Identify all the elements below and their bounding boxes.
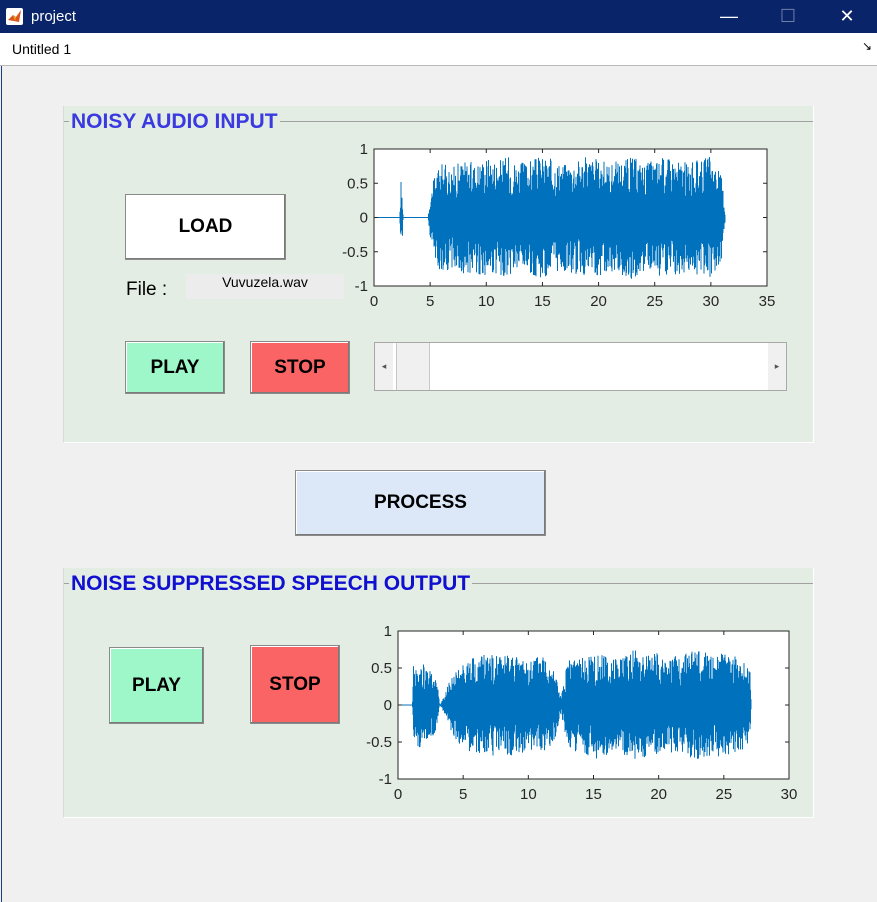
- x-tick-label: 10: [478, 293, 495, 310]
- output-play-button[interactable]: PLAY: [109, 647, 204, 724]
- y-tick-label: 0.5: [371, 660, 392, 677]
- y-tick-label: -0.5: [366, 734, 392, 751]
- slider-right-arrow-icon[interactable]: ▸: [768, 343, 786, 390]
- x-tick-label: 20: [590, 293, 607, 310]
- window-title: project: [31, 8, 77, 25]
- y-tick-label: -1: [379, 771, 392, 788]
- close-icon[interactable]: ✕: [818, 0, 876, 33]
- noisy-waveform-chart: 0 5 10 15 20 25 30 35 1 0.5 0 -0.5 -1: [342, 141, 776, 310]
- file-name-field: Vuvuzela.wav: [186, 274, 344, 299]
- y-tick-label: -1: [355, 278, 368, 295]
- x-tick-label: 30: [781, 786, 798, 803]
- noisy-input-panel-title: NOISY AUDIO INPUT: [69, 110, 280, 134]
- slider-thumb[interactable]: [396, 343, 430, 390]
- audio-position-slider[interactable]: ◂ ▸: [374, 342, 787, 391]
- file-label: File :: [126, 279, 168, 300]
- y-tick-label: 1: [384, 623, 392, 640]
- x-tick-label: 30: [703, 293, 720, 310]
- x-tick-label: 15: [534, 293, 551, 310]
- x-tick-label: 25: [646, 293, 663, 310]
- x-tick-label: 35: [759, 293, 776, 310]
- maximize-icon[interactable]: ☐: [759, 0, 817, 33]
- output-waveform-chart: 0 5 10 15 20 25 30 1 0.5 0 -0.5 -1: [366, 623, 798, 803]
- minimize-icon[interactable]: —: [700, 0, 758, 33]
- y-tick-label: 1: [360, 141, 368, 158]
- x-tick-label: 25: [715, 786, 732, 803]
- menu-item-untitled[interactable]: Untitled 1: [12, 41, 71, 57]
- slider-left-arrow-icon[interactable]: ◂: [375, 343, 393, 390]
- output-panel-title: NOISE SUPPRESSED SPEECH OUTPUT: [69, 572, 473, 596]
- menu-bar: Untitled 1 ↘: [0, 33, 877, 66]
- x-tick-label: 10: [520, 786, 537, 803]
- y-tick-label: 0.5: [347, 175, 368, 192]
- x-tick-label: 5: [459, 786, 467, 803]
- x-tick-label: 5: [426, 293, 434, 310]
- x-tick-label: 15: [585, 786, 602, 803]
- x-tick-label: 20: [650, 786, 667, 803]
- output-stop-button[interactable]: STOP: [250, 645, 340, 724]
- window-titlebar: project — ☐ ✕: [0, 0, 877, 33]
- process-button[interactable]: PROCESS: [295, 470, 546, 536]
- x-tick-label: 0: [370, 293, 378, 310]
- y-tick-label: 0: [360, 210, 368, 227]
- matlab-app-icon: [6, 8, 23, 25]
- dock-arrow-icon[interactable]: ↘: [862, 39, 872, 53]
- input-stop-button[interactable]: STOP: [250, 341, 350, 394]
- load-button[interactable]: LOAD: [125, 194, 286, 260]
- input-play-button[interactable]: PLAY: [125, 341, 225, 394]
- y-tick-label: -0.5: [342, 244, 368, 261]
- y-tick-label: 0: [384, 697, 392, 714]
- x-tick-label: 0: [394, 786, 402, 803]
